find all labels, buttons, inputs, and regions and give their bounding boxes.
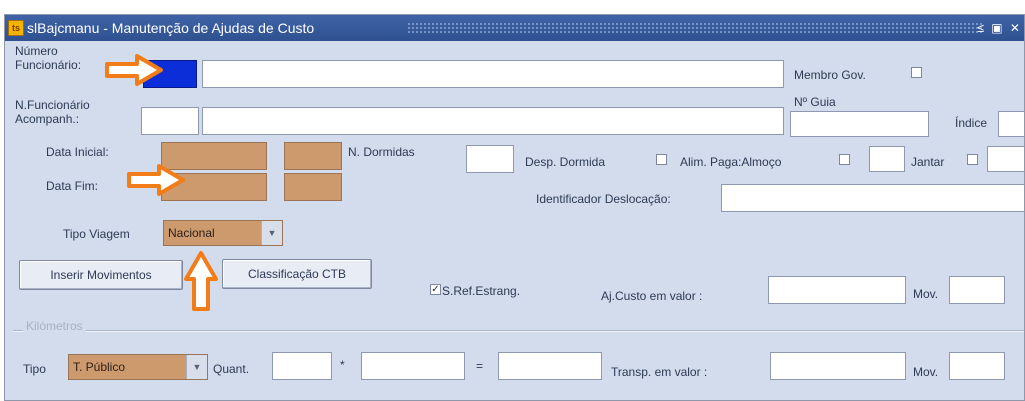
n-funcionario-acompanh-input[interactable]	[141, 107, 199, 135]
desp-dormida-label: Desp. Dormida	[525, 155, 606, 169]
window-title: slBajcmanu - Manutenção de Ajudas de Cus…	[27, 20, 315, 36]
chevron-down-icon[interactable]: ▼	[261, 221, 282, 245]
aj-custo-em-valor-label: Aj.Custo em valor :	[601, 289, 703, 303]
kilometros-section-label: Kilómetros	[23, 319, 86, 333]
identificador-deslocacao-label: Identificador Deslocação:	[536, 192, 671, 206]
inserir-movimentos-button[interactable]: Inserir Movimentos	[19, 260, 183, 290]
quant-input[interactable]	[272, 352, 332, 380]
quant-label: Quant.	[213, 362, 250, 376]
arrow-up-icon	[184, 251, 218, 311]
s-ref-estrang-checkbox[interactable]: ✓	[430, 284, 441, 295]
mov-label: Mov.	[913, 287, 939, 301]
indice-input[interactable]	[998, 111, 1024, 137]
classificacao-ctb-button[interactable]: Classificação CTB	[222, 259, 372, 289]
nome-funcionario-input[interactable]	[202, 60, 784, 88]
transp-em-valor-label: Transp. em valor :	[611, 365, 708, 379]
almoco-checkbox[interactable]	[839, 154, 850, 165]
numero-label-line2: Funcionário:	[15, 58, 82, 72]
equals-sign: =	[476, 359, 484, 373]
almoco-input[interactable]	[869, 146, 905, 172]
indice-label: Índice	[955, 116, 988, 130]
n-guia-input[interactable]	[790, 111, 929, 137]
aj-custo-em-valor-input[interactable]	[768, 276, 906, 304]
n-funcionario-acompanh-label: N.Funcionário Acompanh.:	[15, 98, 90, 126]
tipo-viagem-select[interactable]: Nacional ▼	[163, 220, 283, 246]
desp-dormida-checkbox[interactable]	[656, 154, 667, 165]
n-dormidas-input[interactable]	[466, 145, 514, 173]
jantar-label: Jantar	[911, 155, 945, 169]
acompanh-label-line1: N.Funcionário	[15, 98, 90, 112]
title-bar-pattern	[407, 22, 984, 34]
hora-fim-input[interactable]	[284, 173, 342, 201]
membro-gov-label: Membro Gov.	[794, 68, 866, 82]
tipo-label: Tipo	[23, 362, 46, 376]
chevron-down-icon[interactable]: ▼	[186, 355, 207, 379]
nome-acompanhante-input[interactable]	[202, 107, 784, 135]
data-inicial-label: Data Inicial:	[46, 145, 109, 159]
app-window: ts slBajcmanu - Manutenção de Ajudas de …	[4, 14, 1025, 401]
tipo-km-select[interactable]: T. Público ▼	[68, 354, 208, 380]
numero-funcionario-label: Número Funcionário:	[15, 44, 81, 72]
total-km-input[interactable]	[498, 352, 602, 380]
numero-label-line1: Número	[15, 44, 58, 58]
title-bar: ts slBajcmanu - Manutenção de Ajudas de …	[5, 15, 1024, 41]
mov-input[interactable]	[949, 276, 1005, 304]
mov2-input[interactable]	[949, 352, 1005, 380]
transp-em-valor-input[interactable]	[770, 352, 906, 380]
arrow-right-icon	[105, 54, 163, 86]
tipo-viagem-value: Nacional	[168, 226, 215, 240]
alim-paga-almoco-label: Alim. Paga:Almoço	[680, 155, 782, 169]
window-controls[interactable]: ≤ ▣ ✕	[977, 21, 1022, 35]
n-guia-label: Nº Guia	[794, 95, 836, 109]
jantar-input[interactable]	[987, 146, 1024, 172]
mov2-label: Mov.	[913, 365, 939, 379]
n-dormidas-label: N. Dormidas	[348, 145, 415, 159]
data-fim-label: Data Fim:	[46, 179, 99, 193]
arrow-right-icon	[127, 164, 185, 196]
hora-inicial-input[interactable]	[284, 142, 342, 170]
tipo-km-value: T. Público	[73, 360, 126, 374]
jantar-checkbox[interactable]	[967, 154, 978, 165]
identificador-deslocacao-input[interactable]	[721, 184, 1024, 212]
app-icon: ts	[8, 20, 24, 36]
valor-km-input[interactable]	[361, 352, 465, 380]
multiply-sign: *	[340, 358, 345, 372]
acompanh-label-line2: Acompanh.:	[15, 112, 80, 126]
tipo-viagem-label: Tipo Viagem	[63, 227, 130, 241]
membro-gov-checkbox[interactable]	[911, 67, 922, 78]
s-ref-estrang-label: S.Ref.Estrang.	[442, 284, 521, 298]
